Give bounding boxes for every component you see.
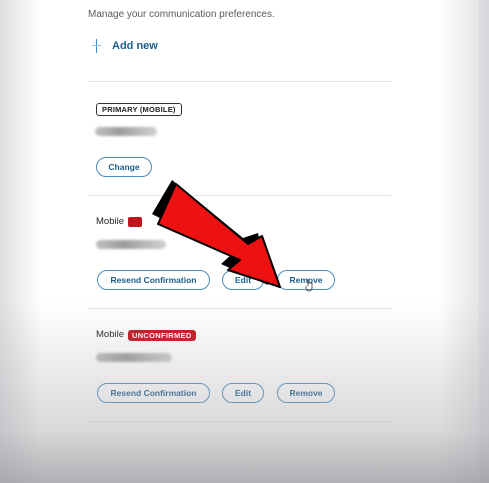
redacted-phone-number (96, 240, 166, 249)
primary-mobile-badge: PRIMARY (MOBILE) (96, 103, 182, 116)
edit-button[interactable]: Edit (222, 270, 264, 290)
redacted-phone-number (95, 127, 157, 136)
add-new-link[interactable]: Add new (92, 39, 158, 53)
mobile-type-label: Mobile (96, 329, 124, 340)
resend-confirmation-button[interactable]: Resend Confirmation (97, 270, 210, 290)
redacted-phone-number (96, 353, 172, 362)
mobile-type-label: Mobile (96, 216, 124, 227)
divider (88, 195, 391, 196)
unconfirmed-status-badge: UNCONFIRMED (128, 330, 196, 341)
add-new-label: Add new (112, 40, 158, 52)
scrollbar-edge (479, 0, 489, 483)
resend-confirmation-button[interactable]: Resend Confirmation (97, 383, 210, 403)
divider (88, 421, 391, 422)
red-arrow-pointing-to-remove-icon (152, 180, 281, 288)
remove-button[interactable]: Remove (277, 383, 335, 403)
communication-preferences-page: Manage your communication preferences. A… (0, 0, 489, 483)
status-badge (128, 217, 142, 227)
divider (88, 81, 391, 82)
plus-icon (92, 39, 102, 53)
mouse-cursor-icon (305, 279, 313, 292)
edit-button[interactable]: Edit (222, 383, 264, 403)
page-subtitle: Manage your communication preferences. (88, 9, 275, 20)
change-button[interactable]: Change (96, 157, 152, 177)
divider (88, 308, 391, 309)
